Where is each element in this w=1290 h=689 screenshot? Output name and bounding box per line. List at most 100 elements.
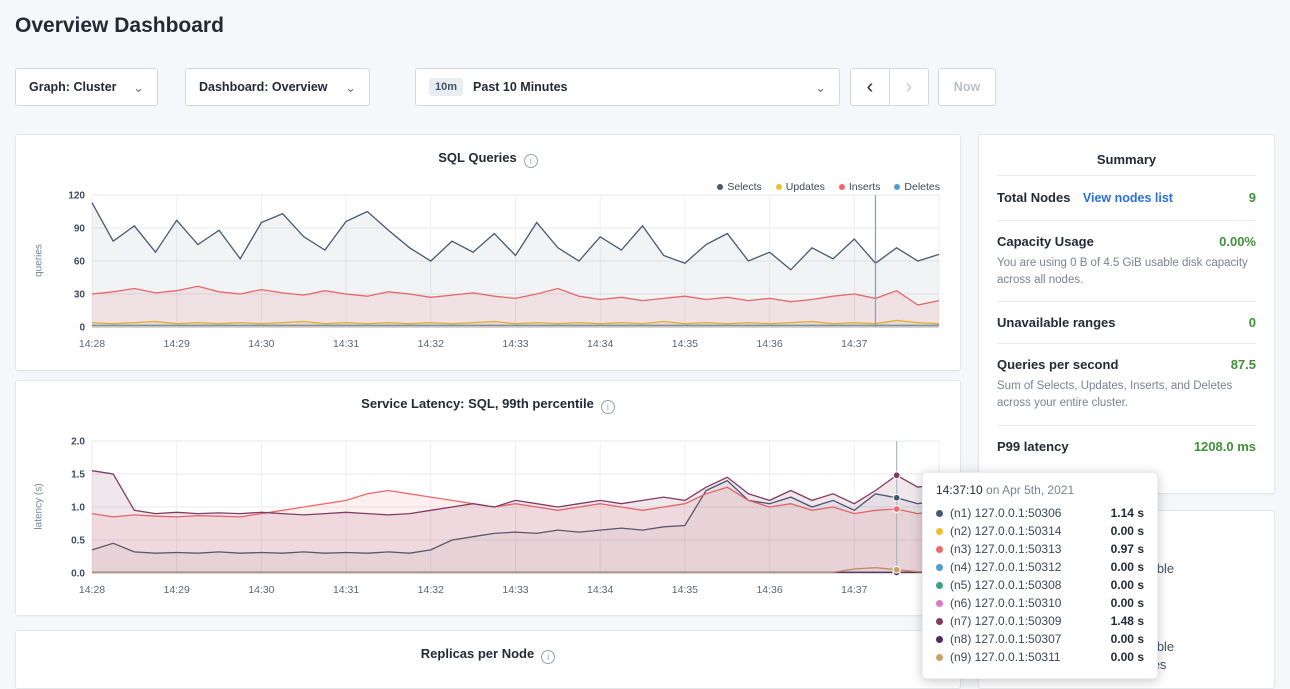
svg-text:14:34: 14:34	[587, 338, 613, 350]
svg-text:1.5: 1.5	[71, 470, 85, 481]
svg-text:14:37: 14:37	[841, 584, 867, 596]
svg-text:14:28: 14:28	[79, 584, 105, 596]
summary-row-capacity-usage: Capacity Usage 0.00% You are using 0 B o…	[997, 220, 1256, 301]
time-now-button[interactable]: Now	[938, 68, 996, 106]
node-address: (n7) 127.0.0.1:50309	[950, 614, 1061, 628]
svg-text:14:35: 14:35	[672, 584, 698, 596]
node-color-dot-icon	[936, 618, 943, 625]
svg-text:14:29: 14:29	[164, 338, 190, 350]
summary-value: 1208.0 ms	[1194, 439, 1256, 454]
svg-text:14:33: 14:33	[502, 338, 528, 350]
chevron-right-icon: ›	[906, 76, 913, 99]
sql-queries-panel: SQL Queriesi SelectsUpdatesInsertsDelete…	[15, 134, 961, 371]
graph-dropdown-label: Graph: Cluster	[29, 80, 117, 94]
dashboard-dropdown[interactable]: Dashboard: Overview ⌄	[185, 68, 370, 106]
node-address: (n6) 127.0.0.1:50310	[950, 596, 1061, 610]
tooltip-row: (n8) 127.0.0.1:50307 0.00 s	[936, 630, 1144, 648]
time-next-button[interactable]: ›	[889, 68, 929, 106]
svg-text:14:29: 14:29	[164, 584, 190, 596]
chevron-down-icon: ⌄	[345, 81, 356, 94]
svg-text:14:36: 14:36	[756, 338, 782, 350]
info-icon[interactable]: i	[524, 154, 538, 168]
svg-text:14:32: 14:32	[418, 338, 444, 350]
chevron-down-icon: ⌄	[815, 81, 826, 94]
y-axis-label: latency (s)	[34, 437, 45, 577]
summary-panel: Summary Total Nodes View nodes list 9 Ca…	[978, 134, 1275, 494]
chart-title: Service Latency: SQL, 99th percentilei	[16, 396, 960, 414]
svg-text:120: 120	[68, 191, 85, 202]
node-latency-value: 1.48 s	[1111, 614, 1144, 628]
svg-text:0.5: 0.5	[71, 536, 85, 547]
node-latency-value: 0.00 s	[1111, 524, 1144, 538]
svg-text:14:31: 14:31	[333, 338, 359, 350]
svg-text:14:31: 14:31	[333, 584, 359, 596]
svg-text:0.0: 0.0	[71, 569, 85, 580]
node-address: (n3) 127.0.0.1:50313	[950, 542, 1061, 556]
summary-row-queries-per-second: Queries per second 87.5 Sum of Selects, …	[997, 343, 1256, 424]
summary-description: Sum of Selects, Updates, Inserts, and De…	[997, 378, 1256, 411]
tooltip-row: (n2) 127.0.0.1:50314 0.00 s	[936, 522, 1144, 540]
node-latency-value: 0.00 s	[1111, 650, 1144, 664]
time-range-badge: 10m	[429, 78, 463, 96]
svg-text:2.0: 2.0	[71, 437, 85, 448]
node-address: (n8) 127.0.0.1:50307	[950, 632, 1061, 646]
svg-text:14:36: 14:36	[756, 584, 782, 596]
tooltip-timestamp: 14:37:10 on Apr 5th, 2021	[936, 483, 1144, 497]
svg-text:60: 60	[74, 257, 86, 268]
info-icon[interactable]: i	[541, 650, 555, 664]
svg-text:14:35: 14:35	[672, 338, 698, 350]
svg-text:14:30: 14:30	[248, 584, 274, 596]
node-color-dot-icon	[936, 582, 943, 589]
sql-queries-chart[interactable]: 030609012014:2814:2914:3014:3114:3214:33…	[46, 187, 946, 359]
y-axis-label: queries	[34, 191, 45, 331]
node-latency-value: 0.00 s	[1111, 632, 1144, 646]
tooltip-row: (n6) 127.0.0.1:50310 0.00 s	[936, 594, 1144, 612]
summary-title: Summary	[997, 152, 1256, 167]
tooltip-node-list: (n1) 127.0.0.1:50306 1.14 s (n2) 127.0.0.1…	[936, 504, 1144, 666]
summary-label: Unavailable ranges	[997, 315, 1116, 330]
summary-label: P99 latency	[997, 439, 1069, 454]
graph-dropdown[interactable]: Graph: Cluster ⌄	[15, 68, 158, 106]
summary-label: Capacity Usage	[997, 234, 1094, 249]
summary-value: 87.5	[1231, 357, 1256, 372]
node-color-dot-icon	[936, 654, 943, 661]
tooltip-row: (n5) 127.0.0.1:50308 0.00 s	[936, 576, 1144, 594]
node-latency-value: 0.00 s	[1111, 578, 1144, 592]
summary-value: 9	[1249, 190, 1256, 205]
dashboard-dropdown-label: Dashboard: Overview	[199, 80, 328, 94]
summary-row-p99-latency: P99 latency 1208.0 ms	[997, 425, 1256, 467]
chart-title: Replicas per Nodei	[16, 646, 960, 664]
svg-text:14:33: 14:33	[502, 584, 528, 596]
chart-hover-tooltip: 14:37:10 on Apr 5th, 2021 (n1) 127.0.0.1…	[922, 472, 1158, 679]
node-color-dot-icon	[936, 528, 943, 535]
time-range-selector[interactable]: 10m Past 10 Minutes ⌄	[415, 68, 840, 106]
now-button-label: Now	[954, 80, 980, 94]
summary-row-total-nodes: Total Nodes View nodes list 9	[997, 175, 1256, 220]
node-color-dot-icon	[936, 564, 943, 571]
tooltip-row: (n3) 127.0.0.1:503130.97 s	[936, 540, 1144, 558]
info-icon[interactable]: i	[601, 400, 615, 414]
node-address: (n5) 127.0.0.1:50308	[950, 578, 1061, 592]
svg-text:0: 0	[79, 323, 85, 334]
summary-label: Total Nodes	[997, 190, 1070, 205]
chevron-left-icon: ‹	[867, 76, 874, 99]
tooltip-row: (n7) 127.0.0.1:50309 1.48 s	[936, 612, 1144, 630]
svg-text:14:28: 14:28	[79, 338, 105, 350]
node-address: (n1) 127.0.0.1:50306	[950, 506, 1061, 520]
svg-text:14:30: 14:30	[248, 338, 274, 350]
service-latency-chart[interactable]: 0.00.51.01.52.014:2814:2914:3014:3114:32…	[46, 433, 946, 605]
svg-text:90: 90	[74, 224, 86, 235]
service-latency-panel: Service Latency: SQL, 99th percentilei l…	[15, 380, 961, 616]
summary-description: You are using 0 B of 4.5 GiB usable disk…	[997, 255, 1256, 288]
node-latency-value: 0.00 s	[1111, 560, 1144, 574]
time-range-label: Past 10 Minutes	[473, 80, 567, 94]
time-prev-button[interactable]: ‹	[850, 68, 890, 106]
node-address: (n2) 127.0.0.1:50314	[950, 524, 1061, 538]
node-address: (n4) 127.0.0.1:50312	[950, 560, 1061, 574]
page-title: Overview Dashboard	[15, 14, 224, 38]
view-nodes-list-link[interactable]: View nodes list	[1083, 191, 1173, 205]
node-color-dot-icon	[936, 546, 943, 553]
node-latency-value: 0.00 s	[1111, 596, 1144, 610]
node-latency-value: 1.14 s	[1111, 506, 1144, 520]
svg-text:14:37: 14:37	[841, 338, 867, 350]
